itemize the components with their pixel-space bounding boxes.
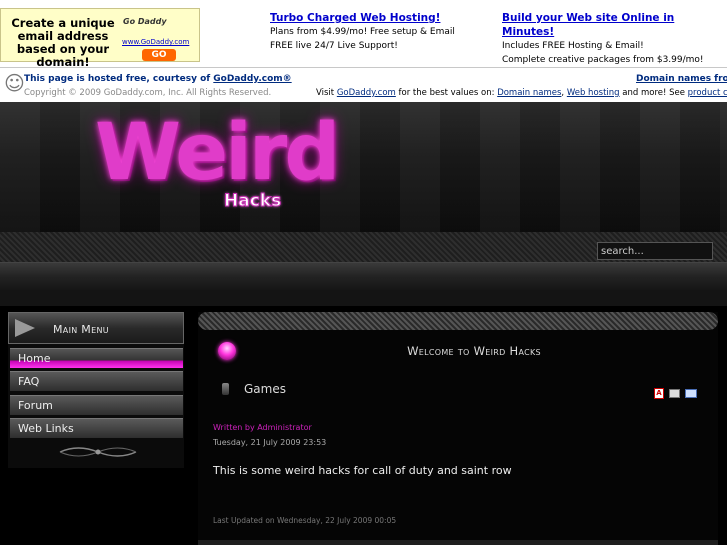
last-updated-text: Last Updated on Wednesday, 22 July 2009 … [213, 516, 397, 525]
site-logo[interactable]: Weird [95, 108, 340, 198]
hosting-ad-line1: Plans from $4.99/mo! Free setup & Email [270, 27, 455, 37]
product-catalog-link[interactable]: product ca [688, 88, 727, 98]
site-header: Weird Hacks [0, 102, 727, 232]
godaddy-url-link[interactable]: www.GoDaddy.com [122, 38, 189, 46]
search-input[interactable] [597, 242, 713, 260]
email-ad[interactable]: Create a unique email address based on y… [0, 8, 200, 69]
main-content: Welcome to Weird Hacks Games A Written b… [198, 312, 718, 545]
top-nav-bar [0, 262, 727, 292]
web-hosting-link[interactable]: Web hosting [567, 88, 620, 98]
website-builder-ad: Build your Web site Online in Minutes! I… [502, 11, 727, 67]
article-title[interactable]: Games [244, 382, 286, 396]
godaddy-com-link[interactable]: GoDaddy.com [337, 88, 396, 98]
values-prefix: Visit [316, 88, 337, 98]
website-builder-ad-line2: Complete creative packages from $3.99/mo… [502, 55, 704, 65]
menu-item-web-links[interactable]: Web Links [10, 418, 183, 438]
arrow-right-icon [15, 319, 35, 337]
go-button[interactable]: GO [142, 49, 176, 61]
ornament-icon [59, 447, 137, 457]
site-logo-subtitle: Hacks [223, 191, 282, 212]
hosting-ad-link[interactable]: Turbo Charged Web Hosting! [270, 11, 455, 25]
ad-banner: Create a unique email address based on y… [0, 0, 727, 69]
godaddy-mascot-icon: ☺ [4, 71, 25, 95]
article-body: This is some weird hacks for call of dut… [213, 464, 512, 477]
website-builder-ad-line1: Includes FREE Hosting & Email! [502, 41, 644, 51]
sub-nav-bar [0, 290, 727, 306]
pdf-icon[interactable]: A [654, 388, 664, 399]
email-ad-text: Create a unique email address based on y… [11, 16, 115, 69]
hosting-ad: Turbo Charged Web Hosting! Plans from $4… [270, 11, 455, 53]
page-title: Welcome to Weird Hacks [407, 344, 541, 358]
domain-names-inline-link[interactable]: Domain names [497, 88, 561, 98]
content-top-border [198, 312, 718, 330]
hosting-notice-bar: ☺ This page is hosted free, courtesy of … [0, 67, 727, 102]
values-tail: and more! See [619, 88, 688, 98]
post-date: Tuesday, 21 July 2009 23:53 [213, 438, 327, 447]
main-menu-header: Main Menu [8, 312, 184, 344]
content-bottom-bar [198, 540, 718, 545]
menu-item-forum[interactable]: Forum [10, 395, 183, 415]
author-text: Written by Administrator [213, 423, 312, 432]
menu-item-home[interactable]: Home [10, 348, 183, 368]
copyright-text: Copyright © 2009 GoDaddy.com, Inc. All R… [24, 88, 272, 98]
sidebar: Main Menu Home FAQ Forum Web Links [8, 312, 184, 468]
print-icon[interactable] [669, 389, 680, 398]
godaddy-link[interactable]: GoDaddy.com® [213, 74, 291, 84]
article-bullet-icon [222, 383, 229, 395]
values-mid: for the best values on: [395, 88, 498, 98]
hosting-ad-line2: FREE live 24/7 Live Support! [270, 41, 398, 51]
email-icon[interactable] [685, 389, 697, 398]
values-notice: Visit GoDaddy.com for the best values on… [316, 88, 727, 98]
hosted-free-notice: This page is hosted free, courtesy of Go… [24, 74, 292, 84]
godaddy-logo: Go Daddy [123, 17, 167, 26]
website-builder-ad-link[interactable]: Build your Web site Online in Minutes! [502, 11, 727, 39]
main-menu-title: Main Menu [53, 323, 109, 336]
domain-names-link[interactable]: Domain names from [636, 74, 727, 84]
hosted-free-text: This page is hosted free, courtesy of [24, 74, 214, 84]
menu-item-faq[interactable]: FAQ [10, 371, 183, 391]
